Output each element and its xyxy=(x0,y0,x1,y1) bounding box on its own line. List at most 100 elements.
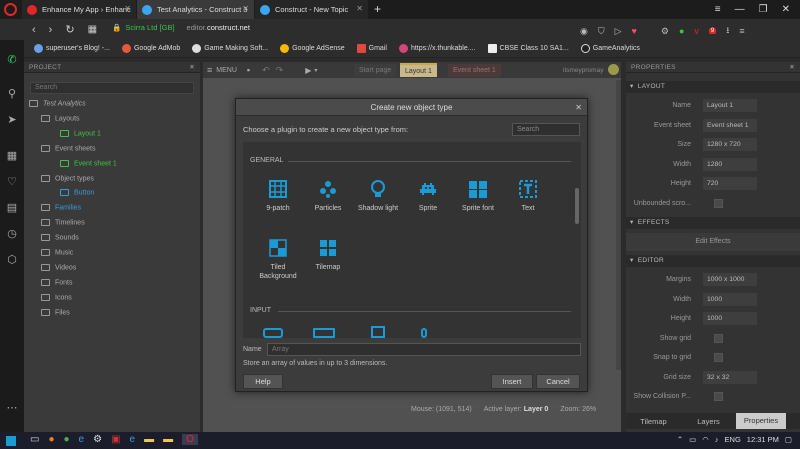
browser-tab-1[interactable]: Enhance My App › Enhanc ✕ xyxy=(22,0,136,19)
bookmark-item[interactable]: Google AdSense xyxy=(280,44,345,53)
new-tab-button[interactable]: + xyxy=(374,2,381,16)
bookmark-item[interactable]: superuser's Blog! -... xyxy=(34,44,110,53)
plugin-list[interactable]: GENERAL 9-patch Particles Shadow light Spri… xyxy=(243,142,581,338)
plugin-sprite[interactable]: Sprite xyxy=(403,179,453,213)
tree-item[interactable]: Files xyxy=(41,308,70,316)
speed-dial-icon[interactable]: ▦ xyxy=(4,148,20,164)
notification-badge[interactable]: 9 xyxy=(708,28,717,34)
plugin-list-scrollbar[interactable] xyxy=(575,188,579,224)
extension-v-icon[interactable]: v xyxy=(694,26,699,36)
property-checkbox[interactable] xyxy=(714,333,723,343)
whatsapp-icon[interactable]: ✆ xyxy=(4,52,20,68)
tab-tilemap[interactable]: Tilemap xyxy=(626,417,681,426)
more-icon[interactable]: ⋯ xyxy=(4,400,20,416)
easy-setup-icon[interactable]: ≡ xyxy=(715,4,721,15)
bookmark-item[interactable]: CBSE Class 10 SA1... xyxy=(487,44,569,53)
property-checkbox[interactable] xyxy=(714,392,723,402)
minimize-icon[interactable]: — xyxy=(735,4,745,15)
user-name[interactable]: itsmeypromay xyxy=(563,67,603,74)
explorer-icon[interactable]: ▬ xyxy=(144,434,154,445)
forward-icon[interactable]: › xyxy=(49,24,53,36)
address-field[interactable]: 🔒 Scirra Ltd [GB] editor. construct.net xyxy=(112,23,250,32)
settings-icon[interactable]: ⚙ xyxy=(93,434,102,445)
heart-icon[interactable]: ♥ xyxy=(632,26,637,36)
chevron-down-icon[interactable]: ▾ xyxy=(314,67,317,74)
bookmark-item[interactable]: Gmail xyxy=(356,44,387,53)
browser-tab-2[interactable]: Test Analytics - Construct 3 ✕ xyxy=(137,0,254,19)
tray-chevron-icon[interactable]: ⌃ xyxy=(677,435,683,444)
windows-start-icon[interactable] xyxy=(6,436,16,446)
chrome-icon[interactable]: ● xyxy=(64,434,70,445)
extension-icon[interactable]: ● xyxy=(679,26,684,36)
save-icon[interactable]: ▪ xyxy=(247,65,250,75)
camera-icon[interactable]: ◉ xyxy=(580,26,588,37)
avatar[interactable] xyxy=(608,64,619,75)
bookmark-item[interactable]: Google AdMob xyxy=(121,44,180,53)
send-icon[interactable]: ➤ xyxy=(4,112,20,128)
settings-icon[interactable]: ⚙ xyxy=(661,26,669,37)
plugin-tilemap[interactable]: Tilemap xyxy=(303,238,353,272)
tab-layout-1[interactable]: Layout 1 xyxy=(400,63,437,77)
tree-item[interactable]: Event sheets xyxy=(41,144,95,152)
cancel-button[interactable]: Cancel xyxy=(536,374,580,389)
menu-label[interactable]: MENU xyxy=(216,67,237,74)
undo-icon[interactable]: ↶ xyxy=(262,65,270,76)
back-icon[interactable]: ‹ xyxy=(32,24,36,36)
play-icon[interactable]: ▶ xyxy=(305,66,311,75)
close-icon[interactable]: ✕ xyxy=(189,62,195,73)
tree-item[interactable]: Layout 1 xyxy=(60,129,101,137)
reload-icon[interactable]: ↻ xyxy=(65,23,74,36)
property-checkbox[interactable] xyxy=(714,198,723,208)
project-search-input[interactable]: Search xyxy=(30,82,194,94)
tree-item[interactable]: Fonts xyxy=(41,278,73,286)
menu-icon[interactable]: ≡ xyxy=(207,65,212,75)
notifications-icon[interactable]: ▢ xyxy=(785,435,792,444)
help-button[interactable]: Help xyxy=(243,374,283,389)
tree-item[interactable]: Videos xyxy=(41,263,76,271)
section-effects[interactable]: ▾ EFFECTS xyxy=(626,217,800,229)
plugin-sprite-font[interactable]: Sprite font xyxy=(453,179,503,213)
edge-icon[interactable]: e xyxy=(79,434,85,445)
tree-item[interactable]: Event sheet 1 xyxy=(60,159,117,167)
bookmark-item[interactable]: Game Making Soft... xyxy=(192,44,268,53)
tree-item[interactable]: Families xyxy=(41,204,81,212)
bookmark-item[interactable]: https://x.thunkable.... xyxy=(398,44,476,53)
network-icon[interactable]: ◠ xyxy=(702,435,709,444)
edit-effects-button[interactable]: Edit Effects xyxy=(626,233,800,251)
section-layout[interactable]: ▾ LAYOUT xyxy=(626,81,800,93)
close-icon[interactable]: ✕ xyxy=(575,99,582,116)
heart-icon[interactable]: ♡ xyxy=(4,174,20,190)
battery-icon[interactable]: ▭ xyxy=(689,435,696,444)
property-value[interactable]: 32 x 32 xyxy=(703,370,757,384)
plugin-particles[interactable]: Particles xyxy=(303,179,353,213)
redo-icon[interactable]: ↷ xyxy=(276,65,284,76)
close-icon[interactable]: ✕ xyxy=(242,4,249,13)
flow-icon[interactable]: ▷ xyxy=(615,26,622,37)
plugin-text[interactable]: Text xyxy=(503,179,553,213)
plugin-tiled-background[interactable]: Tiled Background xyxy=(253,238,303,281)
property-value[interactable]: 720 xyxy=(703,177,757,191)
tab-start-page[interactable]: Start page xyxy=(354,64,397,77)
news-icon[interactable]: ▤ xyxy=(4,200,20,216)
tab-event-sheet-1[interactable]: Event sheet 1 xyxy=(448,64,501,77)
history-icon[interactable]: ◷ xyxy=(4,226,20,242)
property-value[interactable]: 1000 xyxy=(703,292,757,306)
close-icon[interactable]: ✕ xyxy=(789,62,795,73)
filezilla-icon[interactable]: ▣ xyxy=(111,434,120,445)
tree-item[interactable]: Test Analytics xyxy=(29,100,86,107)
close-icon[interactable]: ✕ xyxy=(356,4,363,13)
tree-item[interactable]: Music xyxy=(41,249,73,256)
section-editor[interactable]: ▾ EDITOR xyxy=(626,255,800,267)
search-icon[interactable]: ⚲ xyxy=(4,86,20,102)
plugin-shadow-light[interactable]: Shadow light xyxy=(353,179,403,213)
opera-taskbar-icon[interactable]: O xyxy=(182,434,198,445)
browser-tab-3[interactable]: Construct - New Topic ✕ xyxy=(255,0,368,19)
menu-icon[interactable]: ≡ xyxy=(739,26,744,36)
tree-item[interactable]: Icons xyxy=(41,293,72,301)
download-icon[interactable]: ⭳ xyxy=(726,23,729,39)
property-value[interactable]: 1000 xyxy=(703,312,757,326)
speed-dial-icon[interactable]: ▦ xyxy=(88,24,97,35)
plugin-nine-patch[interactable]: 9-patch xyxy=(253,179,303,213)
tab-properties[interactable]: Properties xyxy=(736,413,786,429)
property-value[interactable]: 1000 x 1000 xyxy=(703,273,757,287)
